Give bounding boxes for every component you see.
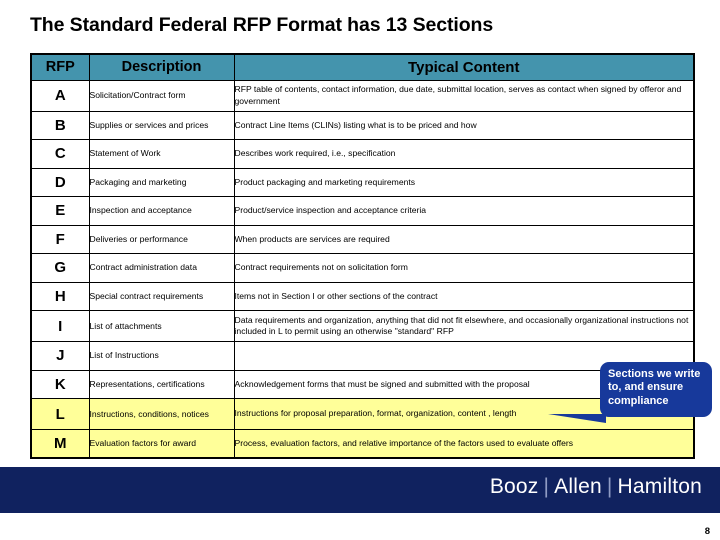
cell-typical-content: Product packaging and marketing requirem… xyxy=(233,167,695,197)
column-header-rfp: RFP xyxy=(30,53,90,81)
table-row: G Contract administration data Contract re… xyxy=(30,253,695,283)
logo-word-allen: Allen xyxy=(554,475,602,498)
cell-typical-content: Process, evaluation factors, and relativ… xyxy=(233,429,695,459)
table-row: J List of Instructions xyxy=(30,341,695,371)
cell-description: List of attachments xyxy=(88,310,235,342)
cell-description: Representations, certifications xyxy=(88,369,235,399)
logo-word-hamilton: Hamilton xyxy=(617,475,702,498)
cell-description: Deliveries or performance xyxy=(88,224,235,254)
cell-description: Statement of Work xyxy=(88,139,235,169)
cell-typical-content: When products are services are required xyxy=(233,224,695,254)
booz-allen-hamilton-logo: Booz | Allen | Hamilton xyxy=(490,475,702,499)
logo-separator-1: | xyxy=(543,475,550,498)
slide-canvas: The Standard Federal RFP Format has 13 S… xyxy=(0,0,720,540)
cell-section-letter: G xyxy=(30,253,90,283)
logo-separator-2: | xyxy=(606,475,613,498)
cell-section-letter: F xyxy=(30,224,90,254)
cell-typical-content: Product/service inspection and acceptanc… xyxy=(233,196,695,226)
cell-description: Evaluation factors for award xyxy=(88,429,235,459)
table-row: B Supplies or services and prices Contract… xyxy=(30,110,695,140)
table-row: F Deliveries or performance When products … xyxy=(30,224,695,254)
page-title: The Standard Federal RFP Format has 13 S… xyxy=(30,14,494,36)
cell-description: Solicitation/Contract form xyxy=(88,79,235,112)
cell-section-letter: H xyxy=(30,281,90,311)
rfp-sections-table: RFP Description Typical Content A Solicit… xyxy=(30,53,695,459)
table-body: A Solicitation/Contract form RFP table of … xyxy=(30,79,695,459)
cell-description: Inspection and acceptance xyxy=(88,196,235,226)
table-row: H Special contract requirements Items not … xyxy=(30,281,695,311)
cell-section-letter: A xyxy=(30,79,90,112)
cell-section-letter: L xyxy=(30,398,90,430)
cell-description: Instructions, conditions, notices xyxy=(88,398,235,430)
table-row: C Statement of Work Describes work require… xyxy=(30,139,695,169)
cell-section-letter: C xyxy=(30,139,90,169)
table-row: M Evaluation factors for award Process, ev… xyxy=(30,429,695,459)
table-row: D Packaging and marketing Product packagin… xyxy=(30,167,695,197)
cell-typical-content: RFP table of contents, contact informati… xyxy=(233,79,695,112)
table-row: I List of attachments Data requirements an… xyxy=(30,310,695,342)
cell-typical-content: Contract requirements not on solicitatio… xyxy=(233,253,695,283)
cell-section-letter: M xyxy=(30,429,90,459)
cell-typical-content: Items not in Section I or other sections… xyxy=(233,281,695,311)
cell-description: Contract administration data xyxy=(88,253,235,283)
cell-section-letter: J xyxy=(30,341,90,371)
cell-description: Supplies or services and prices xyxy=(88,110,235,140)
cell-typical-content: Describes work required, i.e., specifica… xyxy=(233,139,695,169)
table-row: K Representations, certifications Acknowle… xyxy=(30,369,695,399)
cell-description: Packaging and marketing xyxy=(88,167,235,197)
callout-pointer-icon xyxy=(548,414,606,423)
cell-description: List of Instructions xyxy=(88,341,235,371)
column-header-typical-content: Typical Content xyxy=(233,53,695,81)
cell-typical-content: Data requirements and organization, anyt… xyxy=(233,310,695,342)
cell-typical-content: Contract Line Items (CLINs) listing what… xyxy=(233,110,695,140)
table-row: E Inspection and acceptance Product/servic… xyxy=(30,196,695,226)
table-header-row: RFP Description Typical Content xyxy=(30,53,695,81)
page-number: 8 xyxy=(704,526,710,537)
rfp-sections-table-wrapper: RFP Description Typical Content A Solicit… xyxy=(30,53,695,459)
cell-section-letter: K xyxy=(30,369,90,399)
cell-description: Special contract requirements xyxy=(88,281,235,311)
footer-bar: Booz | Allen | Hamilton xyxy=(0,467,720,513)
logo-word-booz: Booz xyxy=(489,475,539,498)
cell-section-letter: E xyxy=(30,196,90,226)
table-row: A Solicitation/Contract form RFP table of … xyxy=(30,79,695,112)
cell-section-letter: D xyxy=(30,167,90,197)
callout-text: Sections we write to, and ensure complia… xyxy=(608,368,701,407)
callout-box: Sections we write to, and ensure complia… xyxy=(548,362,712,423)
table-header: RFP Description Typical Content xyxy=(30,53,695,81)
cell-section-letter: I xyxy=(30,310,90,342)
cell-section-letter: B xyxy=(30,110,90,140)
column-header-description: Description xyxy=(88,53,235,81)
